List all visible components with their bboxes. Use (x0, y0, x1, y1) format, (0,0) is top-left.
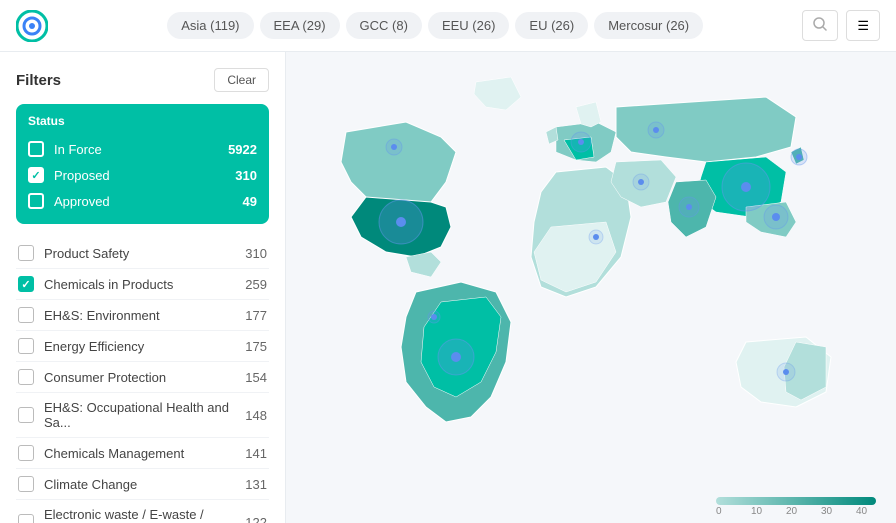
filter-name-7: Climate Change (44, 477, 245, 492)
status-count-proposed: 310 (235, 168, 257, 183)
status-count-approved: 49 (243, 194, 257, 209)
filter-item-6[interactable]: Chemicals Management141 (16, 438, 269, 469)
status-name-approved: Approved (54, 194, 243, 209)
filter-item-5[interactable]: EH&S: Occupational Health and Sa...148 (16, 393, 269, 438)
navigation-tabs: Asia (119) EEA (29)GCC (8)EEU (26)EU (26)… (68, 12, 802, 39)
status-name-in-force: In Force (54, 142, 228, 157)
status-item-proposed[interactable]: Proposed 310 (28, 162, 257, 188)
nav-tab-eea[interactable]: EEA (29) (260, 12, 340, 39)
filter-item-2[interactable]: EH&S: Environment177 (16, 300, 269, 331)
filter-checkbox-1[interactable] (18, 276, 34, 292)
svg-text:0: 0 (716, 506, 722, 517)
filter-name-5: EH&S: Occupational Health and Sa... (44, 400, 245, 430)
filter-name-8: Electronic waste / E-waste / WEEE (44, 507, 245, 523)
filter-name-4: Consumer Protection (44, 370, 245, 385)
app-logo (16, 10, 48, 42)
filter-item-3[interactable]: Energy Efficiency175 (16, 331, 269, 362)
svg-text:20: 20 (786, 506, 798, 517)
filter-count-1: 259 (245, 277, 267, 292)
filter-checkbox-3[interactable] (18, 338, 34, 354)
status-checkbox-in-force[interactable] (28, 141, 44, 157)
filter-name-3: Energy Efficiency (44, 339, 245, 354)
filter-checkbox-2[interactable] (18, 307, 34, 323)
filter-item-7[interactable]: Climate Change131 (16, 469, 269, 500)
filter-count-3: 175 (245, 339, 267, 354)
filter-item-8[interactable]: Electronic waste / E-waste / WEEE122 (16, 500, 269, 523)
filter-item-4[interactable]: Consumer Protection154 (16, 362, 269, 393)
filter-item-0[interactable]: Product Safety310 (16, 238, 269, 269)
filter-count-7: 131 (245, 477, 267, 492)
menu-button[interactable]: ☰ (846, 10, 880, 41)
status-item-in-force[interactable]: In Force 5922 (28, 136, 257, 162)
status-checkbox-proposed[interactable] (28, 167, 44, 183)
world-map: 0 10 20 30 40 (286, 52, 896, 523)
status-count-in-force: 5922 (228, 142, 257, 157)
filter-count-8: 122 (245, 515, 267, 523)
svg-text:40: 40 (856, 506, 868, 517)
nav-tab-eeu[interactable]: EEU (26) (428, 12, 509, 39)
status-item-approved[interactable]: Approved 49 (28, 188, 257, 214)
search-button[interactable] (802, 10, 838, 41)
filter-count-5: 148 (245, 408, 267, 423)
header-actions: ☰ (802, 10, 880, 41)
clear-button[interactable]: Clear (214, 68, 269, 92)
filter-name-2: EH&S: Environment (44, 308, 245, 323)
filter-count-4: 154 (245, 370, 267, 385)
status-panel: Status In Force 5922 Proposed 310 Approv… (16, 104, 269, 224)
map-area: 0 10 20 30 40 (286, 52, 896, 523)
filter-list: Product Safety310Chemicals in Products25… (16, 238, 269, 523)
svg-text:30: 30 (821, 506, 833, 517)
filter-checkbox-4[interactable] (18, 369, 34, 385)
filter-count-0: 310 (245, 246, 267, 261)
nav-tab-eu[interactable]: EU (26) (515, 12, 588, 39)
filter-checkbox-6[interactable] (18, 445, 34, 461)
status-label: Status (28, 114, 257, 128)
filter-checkbox-5[interactable] (18, 407, 34, 423)
nav-tab-gcc[interactable]: GCC (8) (346, 12, 422, 39)
filters-title: Filters (16, 72, 61, 89)
status-checkbox-approved[interactable] (28, 193, 44, 209)
filter-checkbox-8[interactable] (18, 514, 34, 523)
filter-checkbox-0[interactable] (18, 245, 34, 261)
filter-name-6: Chemicals Management (44, 446, 245, 461)
filter-checkbox-7[interactable] (18, 476, 34, 492)
filter-name-1: Chemicals in Products (44, 277, 245, 292)
svg-text:10: 10 (751, 506, 763, 517)
nav-tab-asia[interactable]: Asia (119) (167, 12, 253, 39)
main-content: Filters Clear Status In Force 5922 Propo… (0, 52, 896, 523)
filter-name-0: Product Safety (44, 246, 245, 261)
nav-tab-mercosur[interactable]: Mercosur (26) (594, 12, 703, 39)
filters-sidebar: Filters Clear Status In Force 5922 Propo… (0, 52, 286, 523)
filter-count-6: 141 (245, 446, 267, 461)
filter-item-1[interactable]: Chemicals in Products259 (16, 269, 269, 300)
app-header: Asia (119) EEA (29)GCC (8)EEU (26)EU (26)… (0, 0, 896, 52)
status-name-proposed: Proposed (54, 168, 235, 183)
sidebar-header: Filters Clear (16, 68, 269, 92)
filter-count-2: 177 (245, 308, 267, 323)
